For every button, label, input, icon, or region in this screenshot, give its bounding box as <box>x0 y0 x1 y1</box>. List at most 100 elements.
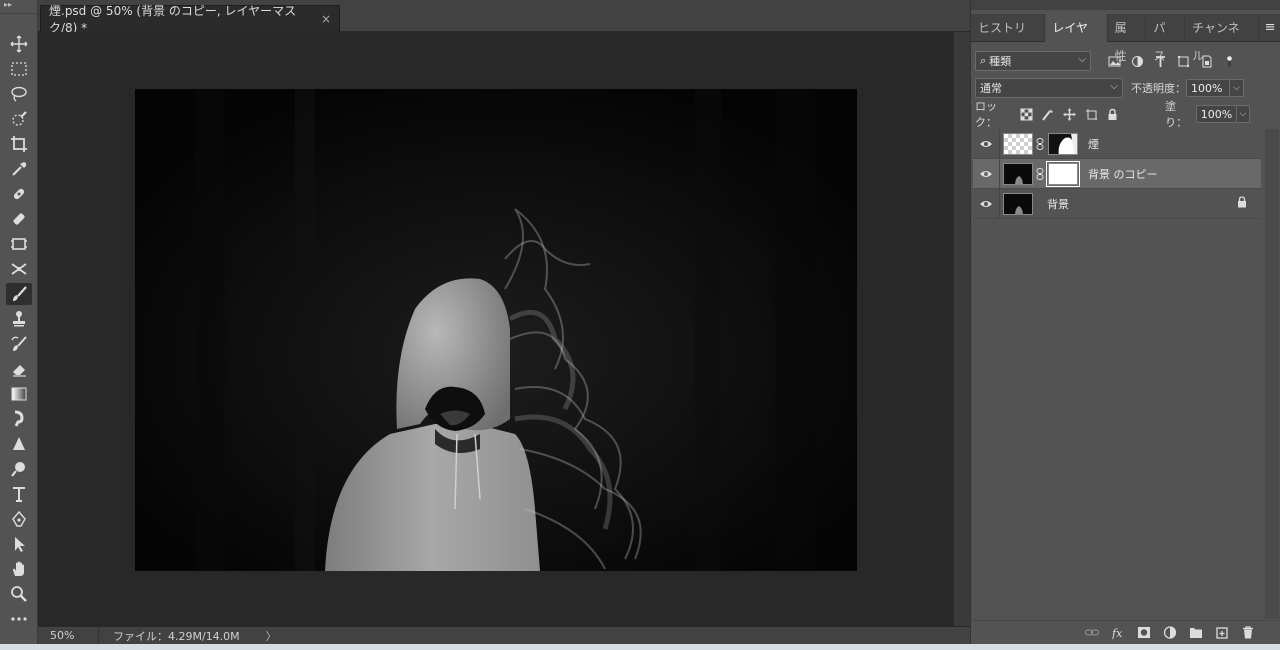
layer-divider <box>999 158 1000 189</box>
new-group-folder-icon[interactable] <box>1183 626 1209 639</box>
blur-tool-icon[interactable] <box>6 433 32 455</box>
lock-position-icon[interactable] <box>1061 105 1078 123</box>
layer-name[interactable]: 煙 <box>1088 136 1099 152</box>
status-bar: 50% ファイル：4.29M/14.0M 〉 <box>38 626 970 645</box>
layer-name[interactable]: 背景 のコピー <box>1088 166 1158 182</box>
canvas-area[interactable] <box>38 32 953 626</box>
visibility-eye-icon[interactable] <box>973 139 999 149</box>
chevron-down-icon: ⌵ <box>1110 81 1118 92</box>
close-icon[interactable]: × <box>321 12 331 26</box>
lock-artboard-icon[interactable] <box>1083 105 1100 123</box>
lock-all-icon[interactable] <box>1104 105 1121 123</box>
tab-channels[interactable]: チャンネル <box>1185 14 1260 63</box>
filter-smart-object-icon[interactable] <box>1197 52 1215 70</box>
adjustment-layer-icon[interactable] <box>1157 626 1183 639</box>
fill-input[interactable]: 100% <box>1195 105 1237 123</box>
tab-layers[interactable]: レイヤー <box>1045 14 1108 63</box>
smudge-tool-icon[interactable] <box>6 408 32 430</box>
document-tab-bar: 煙.psd @ 50% (背景 のコピー, レイヤーマスク/8) * × <box>38 0 970 35</box>
search-icon: ⌕ <box>980 54 987 67</box>
filter-adjustment-icon[interactable] <box>1128 52 1146 70</box>
blend-mode-select[interactable]: 通常 ⌵ <box>975 78 1123 98</box>
layer-mask-thumbnail[interactable] <box>1046 160 1080 187</box>
tab-properties[interactable]: 属性 <box>1108 14 1147 63</box>
panel-tabs: ヒストリー レイヤー 属性 パス チャンネル ≡ <box>971 14 1280 63</box>
toolbar-grip[interactable]: ▸▸ <box>0 0 37 14</box>
opacity-dropdown-icon[interactable]: ⌵ <box>1230 79 1244 97</box>
move-tool-icon[interactable] <box>6 33 32 55</box>
dodge-tool-icon[interactable] <box>6 458 32 480</box>
layers-panel: ヒストリー レイヤー 属性 パス チャンネル ≡ ⌕ 種類 ⌵ 通常 ⌵ 不透明… <box>970 0 1280 644</box>
layers-list: 煙 背景 のコピー 背景 <box>973 128 1263 619</box>
hand-tool-icon[interactable] <box>6 558 32 580</box>
fill-label: 塗り： <box>1165 100 1188 129</box>
layer-style-fx-icon[interactable]: fx <box>1105 626 1131 639</box>
file-size-info: ファイル：4.29M/14.0M <box>113 629 240 643</box>
new-layer-icon[interactable] <box>1209 626 1235 639</box>
opacity-label: 不透明度： <box>1131 82 1186 95</box>
status-menu-arrow[interactable]: 〉 <box>266 628 277 644</box>
quick-selection-tool-icon[interactable] <box>6 108 32 130</box>
lock-image-pixels-icon[interactable] <box>1039 105 1056 123</box>
visibility-eye-icon[interactable] <box>973 199 999 209</box>
layer-name[interactable]: 背景 <box>1047 196 1069 212</box>
vertical-scrollbar[interactable] <box>953 32 970 626</box>
filter-kind-select[interactable]: ⌕ 種類 ⌵ <box>975 51 1091 71</box>
stamp-tool-icon[interactable] <box>6 308 32 330</box>
layer-thumbnail[interactable] <box>1003 192 1033 215</box>
zoom-tool-icon[interactable] <box>6 583 32 605</box>
type-tool-icon[interactable] <box>6 483 32 505</box>
eraser-tool-icon[interactable] <box>6 358 32 380</box>
layer-mask-thumbnail[interactable] <box>1048 132 1078 155</box>
stamp-patch-tool-icon[interactable] <box>6 208 32 230</box>
visibility-eye-icon[interactable] <box>973 169 999 179</box>
layer-row-background-copy[interactable]: 背景 のコピー <box>973 158 1261 189</box>
lasso-tool-icon[interactable] <box>6 83 32 105</box>
layers-panel-footer: fx <box>971 620 1280 644</box>
hooded-figure-smoke-image <box>135 89 857 571</box>
tab-paths[interactable]: パス <box>1146 14 1186 63</box>
layer-thumbnail[interactable] <box>1003 132 1033 155</box>
more-tools-icon[interactable] <box>6 608 32 630</box>
layer-filter-row: ⌕ 種類 ⌵ <box>975 50 1245 72</box>
link-layers-icon[interactable] <box>1079 626 1105 639</box>
chevron-down-icon: ⌵ <box>1078 54 1086 65</box>
layer-row-background[interactable]: 背景 <box>973 188 1261 219</box>
path-selection-tool-icon[interactable] <box>6 533 32 555</box>
os-taskbar <box>0 644 1280 650</box>
filter-shape-icon[interactable] <box>1174 52 1192 70</box>
layers-scrollbar[interactable] <box>1265 129 1279 619</box>
eyedropper-tool-icon[interactable] <box>6 158 32 180</box>
crop-tool-icon[interactable] <box>6 133 32 155</box>
filter-type-icon[interactable] <box>1151 52 1169 70</box>
filter-pixel-icon[interactable] <box>1105 52 1123 70</box>
spot-healing-tool-icon[interactable] <box>6 183 32 205</box>
svg-text:fx: fx <box>1111 627 1123 639</box>
zoom-level[interactable]: 50% <box>38 629 84 642</box>
tab-history[interactable]: ヒストリー <box>971 14 1046 63</box>
document-tab[interactable]: 煙.psd @ 50% (背景 のコピー, レイヤーマスク/8) * × <box>40 4 340 35</box>
layer-thumbnail[interactable] <box>1003 162 1033 185</box>
opacity-input[interactable]: 100% <box>1186 79 1230 97</box>
history-brush-tool-icon[interactable] <box>6 333 32 355</box>
lock-icon[interactable] <box>1237 196 1247 211</box>
content-aware-move-icon[interactable] <box>6 258 32 280</box>
fill-dropdown-icon[interactable]: ⌵ <box>1236 105 1250 123</box>
layer-divider <box>999 188 1000 219</box>
lock-transparency-icon[interactable] <box>1018 105 1035 123</box>
panel-grip[interactable] <box>971 0 1280 10</box>
panel-menu-icon[interactable]: ≡ <box>1259 14 1280 41</box>
filter-toggle-icon[interactable] <box>1220 52 1238 70</box>
blend-mode-value: 通常 <box>980 82 1002 95</box>
delete-trash-icon[interactable] <box>1235 626 1261 639</box>
pen-tool-icon[interactable] <box>6 508 32 530</box>
layer-row-smoke[interactable]: 煙 <box>973 128 1261 159</box>
frame-tool-icon[interactable] <box>6 233 32 255</box>
mask-link-icon[interactable] <box>1035 167 1045 181</box>
brush-tool-icon[interactable] <box>6 283 32 305</box>
marquee-tool-icon[interactable] <box>6 58 32 80</box>
document-canvas[interactable] <box>135 89 857 571</box>
gradient-tool-icon[interactable] <box>6 383 32 405</box>
add-mask-icon[interactable] <box>1131 626 1157 639</box>
mask-link-icon[interactable] <box>1035 137 1045 151</box>
